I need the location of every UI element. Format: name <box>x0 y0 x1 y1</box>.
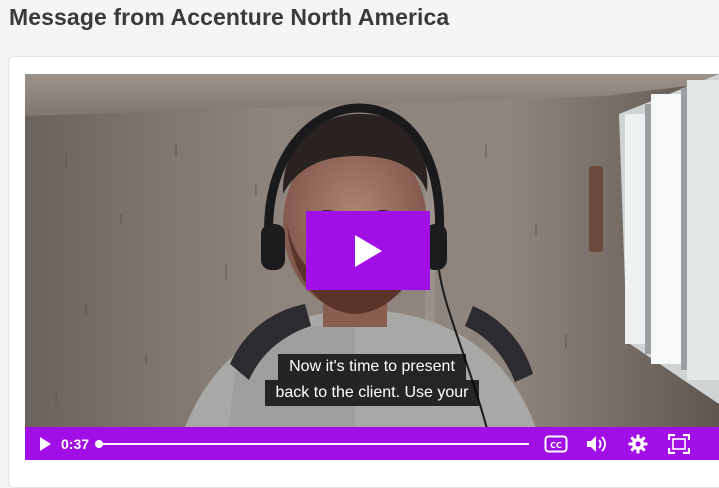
play-icon <box>355 234 382 267</box>
current-time: 0:37 <box>61 435 90 452</box>
page-title: Message from Accenture North America <box>9 4 450 30</box>
video-player[interactable]: Now it's time to present back to the cli… <box>25 74 719 460</box>
big-play-button[interactable] <box>306 211 430 290</box>
caption-line-2: back to the client. Use your <box>264 380 480 406</box>
closed-captions-icon: CC <box>544 435 568 452</box>
caption-line-1: Now it's time to present <box>278 354 466 380</box>
progress-bar[interactable] <box>95 438 530 450</box>
settings-button[interactable] <box>627 427 649 460</box>
progress-track <box>99 442 530 445</box>
play-icon <box>40 436 51 451</box>
volume-icon <box>587 435 606 452</box>
control-bar: 0:37 CC <box>25 427 719 460</box>
captions-overlay: Now it's time to present back to the cli… <box>25 354 719 406</box>
play-button[interactable] <box>37 427 53 460</box>
settings-icon <box>628 434 648 453</box>
captions-button[interactable]: CC <box>543 427 569 460</box>
svg-text:CC: CC <box>550 441 562 450</box>
progress-handle[interactable] <box>95 439 104 448</box>
fullscreen-icon <box>668 433 691 454</box>
fullscreen-button[interactable] <box>667 427 691 460</box>
volume-button[interactable] <box>585 427 609 460</box>
